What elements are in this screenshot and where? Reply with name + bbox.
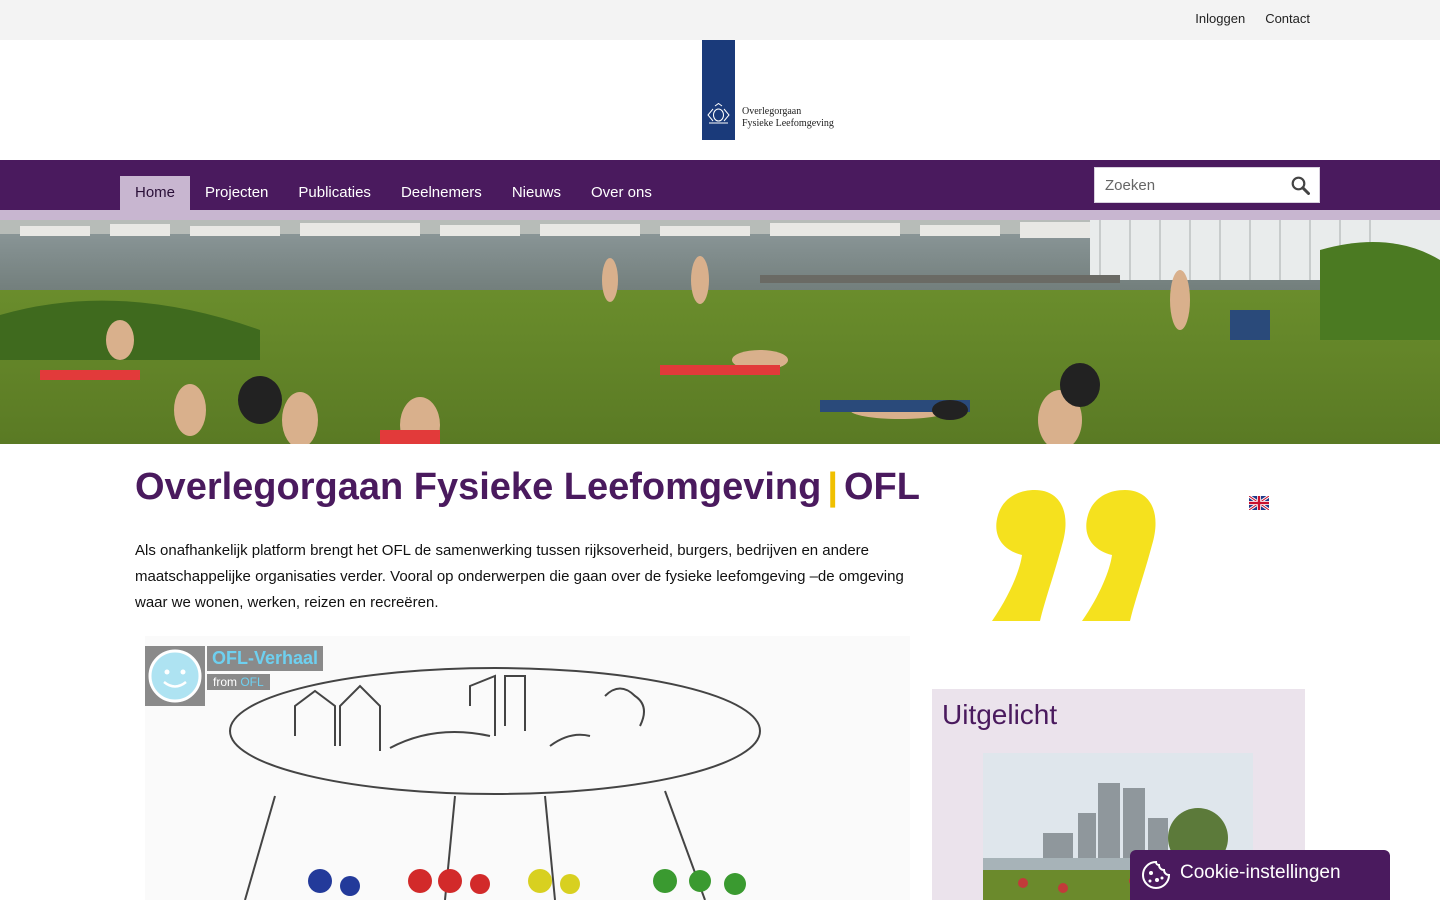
search-box: [1094, 167, 1320, 203]
uk-flag-icon: [1248, 494, 1270, 512]
logo-ribbon: [702, 40, 735, 140]
nav-item-deelnemers[interactable]: Deelnemers: [386, 176, 497, 210]
title-separator: |: [827, 466, 838, 508]
nav-item-home[interactable]: Home: [120, 176, 191, 210]
top-utility-bar: Inloggen Contact: [0, 0, 1440, 40]
site-header: Overlegorgaan Fysieke Leefomgeving: [0, 40, 1440, 160]
contact-link[interactable]: Contact: [1265, 11, 1310, 26]
cookie-settings-button[interactable]: Cookie-instellingen: [1130, 850, 1390, 900]
utility-links: Inloggen Contact: [1195, 11, 1310, 26]
page-title-text: Overlegorgaan Fysieke Leefomgeving: [135, 466, 822, 508]
english-language-link[interactable]: [1248, 494, 1270, 512]
hero-photo: [0, 220, 1440, 444]
video-title[interactable]: OFL-Verhaal: [207, 646, 324, 671]
nav-item-publicaties[interactable]: Publicaties: [283, 176, 386, 210]
video-embed[interactable]: OFL-Verhaal from OFL: [145, 636, 910, 900]
nav-item-projecten[interactable]: Projecten: [190, 176, 283, 210]
logo-line-1: Overlegorgaan: [742, 106, 802, 117]
video-source-link[interactable]: OFL: [240, 675, 263, 689]
video-from-label: from: [213, 675, 237, 689]
page-title: Overlegorgaan Fysieke Leefomgeving | OFL: [135, 466, 920, 509]
hero-park-scene: [0, 220, 1440, 444]
cookie-settings-label: Cookie-instellingen: [1180, 862, 1341, 883]
nav-underline: [0, 210, 1440, 220]
logo-line-2: Fysieke Leefomgeving: [742, 118, 834, 129]
search-input[interactable]: [1095, 168, 1285, 202]
nav-item-over-ons[interactable]: Over ons: [576, 176, 667, 210]
logo-text: Overlegorgaan Fysieke Leefomgeving: [742, 106, 834, 130]
emoji-avatar-icon: [148, 649, 202, 703]
nav-item-nieuws[interactable]: Nieuws: [497, 176, 576, 210]
rijksoverheid-crest-icon: [707, 103, 730, 124]
intro-paragraph: Als onafhankelijk platform brengt het OF…: [135, 542, 904, 611]
featured-title: Uitgelicht: [942, 699, 1058, 730]
nav-items: Home Projecten Publicaties Deelnemers Ni…: [120, 176, 667, 210]
cookie-icon: [1142, 860, 1171, 889]
site-logo[interactable]: Overlegorgaan Fysieke Leefomgeving: [702, 40, 834, 140]
search-icon[interactable]: [1291, 176, 1310, 195]
login-link[interactable]: Inloggen: [1195, 11, 1245, 26]
main-navigation: Home Projecten Publicaties Deelnemers Ni…: [0, 160, 1440, 210]
video-channel-avatar[interactable]: [145, 646, 205, 706]
page-title-abbr: OFL: [844, 466, 920, 508]
video-source: from OFL: [207, 674, 270, 690]
quote-icon: [992, 490, 1156, 621]
